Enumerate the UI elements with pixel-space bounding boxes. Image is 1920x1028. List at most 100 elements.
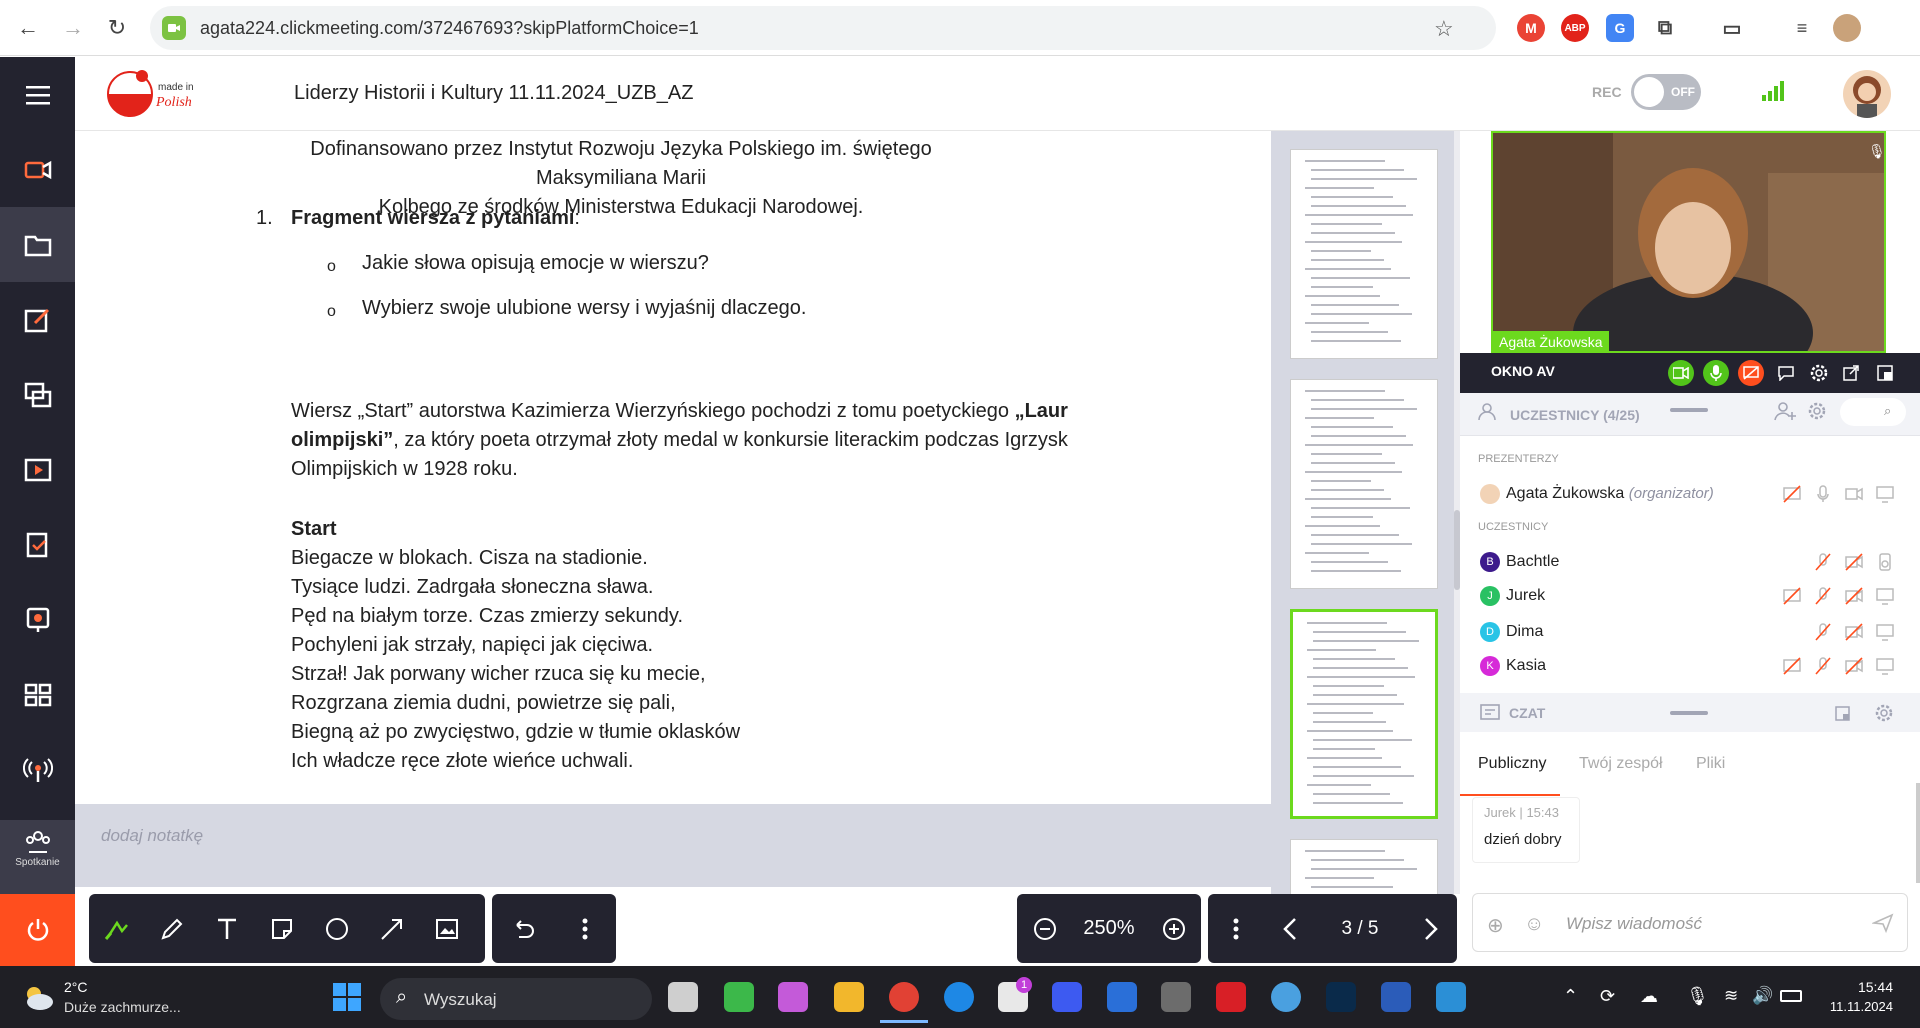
- screen-share-off-icon[interactable]: [1782, 586, 1802, 606]
- camera-icon[interactable]: [1844, 484, 1864, 504]
- microphone-icon[interactable]: [1813, 484, 1833, 504]
- survey-icon[interactable]: [0, 507, 75, 582]
- camera-off-icon[interactable]: [1844, 586, 1864, 606]
- bookmark-star-icon[interactable]: ☆: [1434, 16, 1454, 42]
- camera-off-icon[interactable]: [1844, 552, 1864, 572]
- add-attachment-icon[interactable]: ⊕: [1487, 913, 1504, 938]
- camera-off-icon[interactable]: [1844, 622, 1864, 642]
- media-icon[interactable]: ≡: [1788, 14, 1816, 42]
- screen-share-icon[interactable]: [0, 357, 75, 432]
- chat-scrollbar[interactable]: [1916, 783, 1920, 883]
- microphone-off-icon[interactable]: [1813, 586, 1833, 606]
- calendar-icon[interactable]: [1107, 982, 1137, 1012]
- wifi-icon[interactable]: ≋: [1724, 986, 1738, 1006]
- image-tool-icon[interactable]: [419, 894, 474, 963]
- send-icon[interactable]: [1870, 912, 1894, 939]
- kaspersky-icon[interactable]: [724, 982, 754, 1012]
- avatar[interactable]: [1843, 70, 1891, 118]
- adblock-icon[interactable]: ABP: [1561, 14, 1589, 42]
- gmail-icon[interactable]: M: [1517, 14, 1545, 42]
- more-vertical-icon[interactable]: [554, 894, 616, 963]
- undo-icon[interactable]: [492, 894, 554, 963]
- apps-icon[interactable]: [0, 657, 75, 732]
- test-icon[interactable]: [0, 582, 75, 657]
- screen-share-off-icon[interactable]: [1738, 360, 1764, 386]
- participant-row[interactable]: Agata Żukowska (organizator): [1460, 478, 1920, 510]
- taskbar-search[interactable]: ⌕: [380, 978, 652, 1020]
- broadcast-icon[interactable]: [0, 732, 75, 807]
- slide-thumbnail[interactable]: [1290, 839, 1438, 894]
- screen-share-off-icon[interactable]: [1782, 484, 1802, 504]
- previous-page-icon[interactable]: [1263, 894, 1318, 963]
- participants-settings-icon[interactable]: [1806, 400, 1828, 427]
- microphone-toggle-icon[interactable]: [1703, 360, 1729, 386]
- camera-off-icon[interactable]: [1844, 656, 1864, 676]
- pointer-tool-icon[interactable]: [89, 894, 144, 963]
- folder-icon[interactable]: [0, 207, 75, 282]
- clock-time[interactable]: 15:44: [1833, 979, 1893, 995]
- photoshop-icon[interactable]: [1326, 982, 1356, 1012]
- screen-share-off-icon[interactable]: [1782, 656, 1802, 676]
- monitor-icon[interactable]: [1875, 484, 1895, 504]
- arrow-tool-icon[interactable]: [364, 894, 419, 963]
- document-viewer[interactable]: Dofinansowano przez Instytut Rozwoju Jęz…: [75, 131, 1271, 804]
- webcam-video[interactable]: 🎙: [1491, 131, 1886, 353]
- monitor-icon[interactable]: [1875, 586, 1895, 606]
- settings-gear-icon[interactable]: [1806, 360, 1832, 386]
- camera-icon[interactable]: [0, 132, 75, 207]
- add-note-placeholder[interactable]: dodaj notatkę: [101, 826, 203, 846]
- monitor-icon[interactable]: [1875, 622, 1895, 642]
- slide-thumbnail[interactable]: [1290, 149, 1438, 359]
- onedrive-cloud-icon[interactable]: ☁: [1640, 986, 1658, 1007]
- microphone-off-icon[interactable]: [1813, 656, 1833, 676]
- tray-chevron-icon[interactable]: ⌃: [1563, 986, 1578, 1007]
- text-tool-icon[interactable]: [199, 894, 254, 963]
- file-explorer-icon[interactable]: [834, 982, 864, 1012]
- camera-toggle-icon[interactable]: [1668, 360, 1694, 386]
- tab-public[interactable]: Publiczny: [1478, 755, 1546, 773]
- chat-settings-icon[interactable]: [1873, 702, 1895, 729]
- forward-icon[interactable]: →: [55, 10, 91, 46]
- word-icon[interactable]: [1381, 982, 1411, 1012]
- start-windows-icon[interactable]: [332, 982, 362, 1017]
- tab-files[interactable]: Pliki: [1696, 755, 1725, 773]
- slide-thumbnail[interactable]: [1290, 379, 1438, 589]
- notes-strip[interactable]: [75, 804, 1271, 887]
- monitor-icon[interactable]: [1875, 656, 1895, 676]
- battery-icon[interactable]: [1780, 990, 1802, 1002]
- reload-icon[interactable]: ↻: [99, 10, 135, 46]
- rail-item-spotkanie[interactable]: Spotkanie: [0, 820, 75, 894]
- notes-app-icon[interactable]: [1052, 982, 1082, 1012]
- power-icon[interactable]: [0, 894, 75, 966]
- volume-icon[interactable]: 🔊: [1752, 986, 1773, 1006]
- more-vertical-icon[interactable]: [1208, 894, 1263, 963]
- popout-icon[interactable]: [1834, 703, 1854, 728]
- participant-row[interactable]: K Kasia: [1460, 650, 1920, 682]
- zoom-in-icon[interactable]: [1146, 894, 1201, 963]
- copilot-icon[interactable]: [778, 982, 808, 1012]
- edge-icon[interactable]: [944, 982, 974, 1012]
- profile-icon[interactable]: [1833, 14, 1861, 42]
- zoom-out-icon[interactable]: [1017, 894, 1072, 963]
- emoji-icon[interactable]: ☺: [1524, 913, 1544, 936]
- video-play-icon[interactable]: [0, 432, 75, 507]
- rec-toggle[interactable]: OFF: [1631, 74, 1701, 110]
- globe-app-icon[interactable]: [1271, 982, 1301, 1012]
- reading-list-icon[interactable]: ▭: [1718, 14, 1746, 42]
- microphone-off-icon[interactable]: [1813, 552, 1833, 572]
- pencil-icon[interactable]: [144, 894, 199, 963]
- puzzle-icon[interactable]: ⧉: [1651, 14, 1679, 42]
- camera-app-icon[interactable]: [1161, 982, 1191, 1012]
- site-info-icon[interactable]: [162, 16, 186, 40]
- google-icon[interactable]: G: [1606, 14, 1634, 42]
- chat-bubble-icon[interactable]: [1773, 360, 1799, 386]
- panel-drag-handle[interactable]: [1670, 408, 1708, 412]
- circle-tool-icon[interactable]: [309, 894, 364, 963]
- add-participant-icon[interactable]: [1774, 400, 1798, 427]
- participant-row[interactable]: J Jurek: [1460, 580, 1920, 612]
- back-icon[interactable]: ←: [10, 10, 46, 46]
- sync-icon[interactable]: ⟳: [1600, 986, 1615, 1007]
- speaker-icon[interactable]: [1875, 552, 1895, 572]
- chrome-icon[interactable]: [889, 982, 919, 1012]
- paint-icon[interactable]: [1436, 982, 1466, 1012]
